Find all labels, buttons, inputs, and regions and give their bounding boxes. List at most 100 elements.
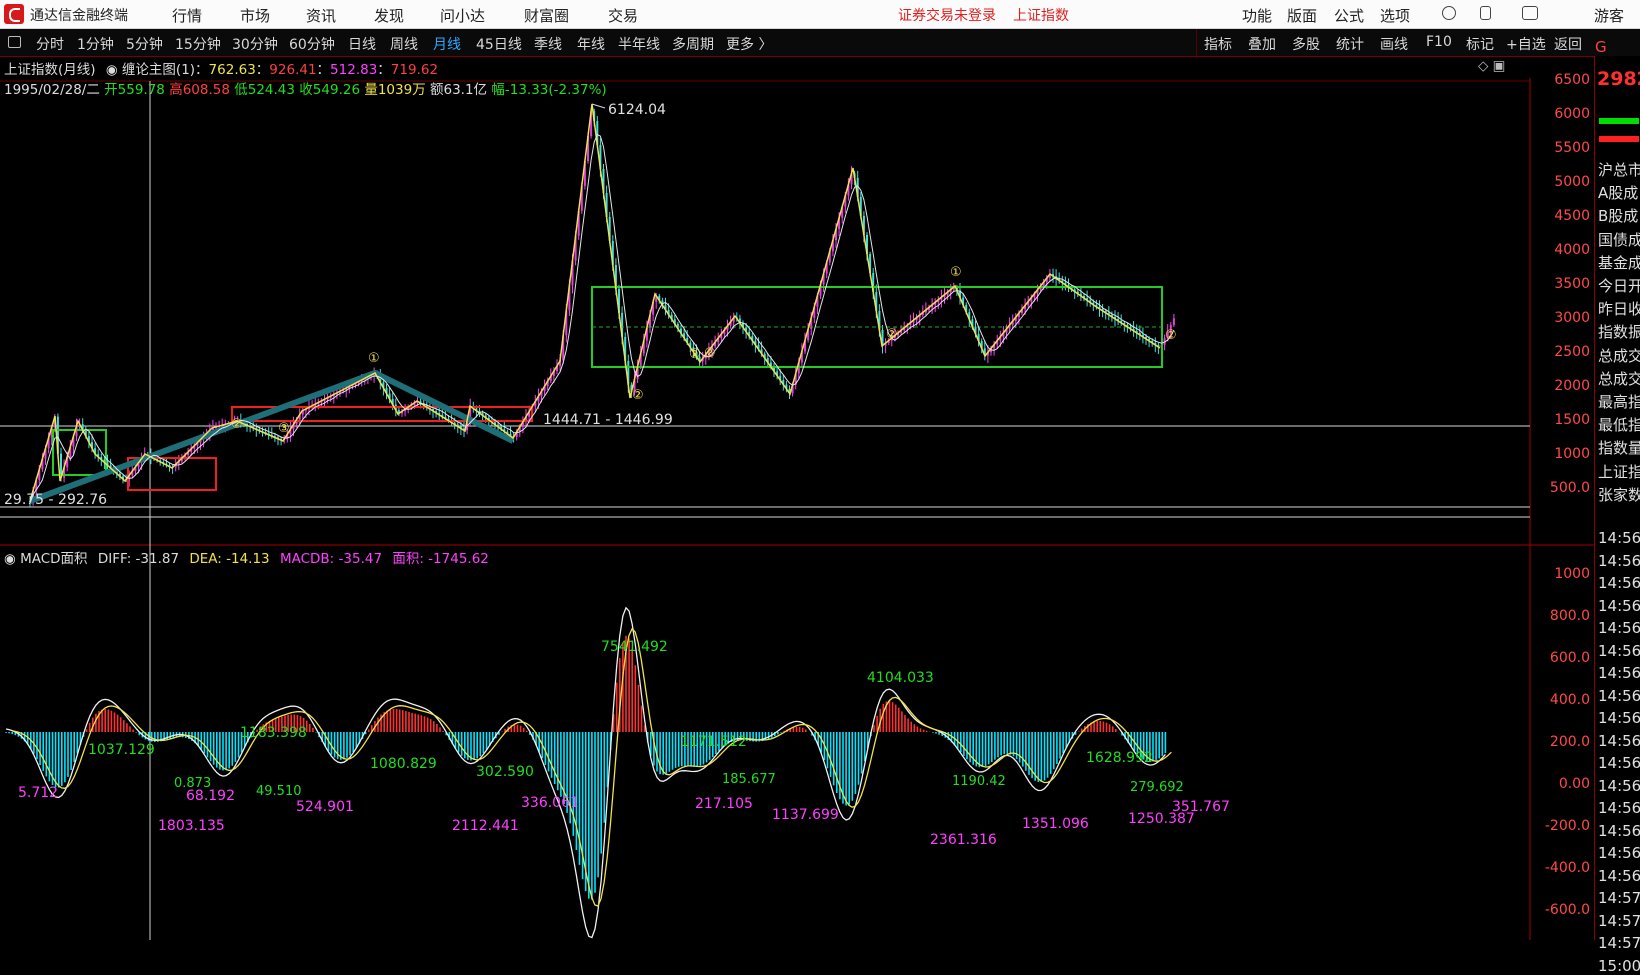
macd-pos-label-1: 1037.129 [88, 742, 155, 758]
panel-stat-6[interactable]: 昨日收 [1598, 298, 1640, 319]
panel-tick-time-3: 14:56 [1598, 596, 1640, 615]
menu-quotes[interactable]: 行情 [172, 5, 202, 26]
panel-stat-7[interactable]: 指数振 [1598, 321, 1640, 342]
menu-discover[interactable]: 发现 [374, 5, 404, 26]
panel-stat-8[interactable]: 总成交 [1598, 345, 1640, 366]
info-low: 低524.43 [234, 82, 295, 98]
period-tab-more[interactable]: 更多 〉 [726, 34, 772, 54]
panel-stat-0[interactable]: 沪总市 [1598, 159, 1640, 180]
peak-pointer [591, 103, 606, 109]
menu-wealth[interactable]: 财富圈 [524, 5, 569, 26]
macd-toggle-icon[interactable]: ◉ [4, 551, 16, 567]
chart-title: 上证指数(月线) [4, 62, 96, 78]
period-tab-quarterly[interactable]: 季线 [534, 34, 562, 54]
panel-tick-time-5: 14:56 [1598, 641, 1640, 660]
period-tab-weekly[interactable]: 周线 [390, 34, 418, 54]
price-tick-3500: 3500 [1554, 276, 1590, 292]
panel-stat-5[interactable]: 今日开 [1598, 275, 1640, 296]
macd-pos-label-13: 279.692 [1130, 780, 1184, 795]
period-tab-yearly[interactable]: 年线 [577, 34, 605, 54]
period-tab-5min[interactable]: 5分钟 [126, 34, 163, 54]
macd-neg-label-9: 2361.316 [930, 832, 997, 848]
tool-statistics[interactable]: 统计 [1336, 34, 1364, 54]
buy-sell-green-bar [1599, 118, 1639, 124]
menu-layout[interactable]: 版面 [1287, 5, 1317, 26]
macd-neg-label-6: 336.061 [521, 795, 579, 811]
period-tab-30min[interactable]: 30分钟 [232, 34, 278, 54]
panel-stat-9[interactable]: 总成交 [1598, 368, 1640, 389]
app-title: 通达信金融终端 [30, 8, 128, 24]
macd-tick-800: 800.0 [1550, 608, 1590, 624]
macd-tick-600: 600.0 [1550, 650, 1590, 666]
panel-tick-time-11: 14:56 [1598, 776, 1640, 795]
period-toolbar: 分时 1分钟 5分钟 15分钟 30分钟 60分钟 日线 周线 月线 45日线 … [0, 29, 1640, 57]
trade-login-notice[interactable]: 证券交易未登录 [898, 5, 996, 25]
menu-options[interactable]: 选项 [1380, 5, 1410, 26]
macd-pos-label-11: 185.677 [722, 772, 776, 787]
period-tab-1min[interactable]: 1分钟 [77, 34, 114, 54]
macd-label[interactable]: MACD面积 [20, 551, 87, 567]
tool-indicator[interactable]: 指标 [1204, 34, 1232, 54]
mail-icon[interactable] [1522, 6, 1538, 20]
panel-stat-12[interactable]: 指数量 [1598, 437, 1640, 458]
tool-add-favorite[interactable]: +自选 [1506, 34, 1546, 54]
period-tab-halfyear[interactable]: 半年线 [618, 34, 660, 54]
info-high: 高608.58 [169, 82, 230, 98]
panel-tick-time-2: 14:56 [1598, 574, 1640, 592]
chart-corner-icons[interactable]: ◇ ▣ [1478, 58, 1505, 74]
panel-tick-time-14: 14:56 [1598, 844, 1640, 862]
macd-tick-400: 400.0 [1550, 692, 1590, 708]
price-tick-6500: 6500 [1554, 72, 1590, 88]
guest-user[interactable]: 游客 [1594, 5, 1624, 26]
info-change: 幅-13.33(-2.37%) [491, 82, 607, 98]
panel-tick-time-6: 14:56 [1598, 664, 1640, 682]
bottom-label: 29.75 - 292.76 [4, 492, 107, 508]
period-tab-monthly[interactable]: 月线 [433, 34, 461, 54]
price-tick-1000: 1000 [1554, 446, 1590, 462]
tool-drawline[interactable]: 画线 [1380, 34, 1408, 54]
panel-stat-10[interactable]: 最高指 [1598, 391, 1640, 412]
panel-stat-13[interactable]: 上证指 [1598, 461, 1640, 482]
refresh-icon[interactable] [1442, 6, 1456, 20]
menu-news[interactable]: 资讯 [306, 5, 336, 26]
macd-pos-label-7: 4104.033 [867, 670, 934, 686]
marker-9: ② [689, 347, 701, 362]
panel-stat-2[interactable]: B股成 [1598, 205, 1638, 226]
price-tick-2500: 2500 [1554, 344, 1590, 360]
menu-function[interactable]: 功能 [1242, 5, 1272, 26]
panel-tick-time-4: 14:56 [1598, 619, 1640, 637]
panel-stat-3[interactable]: 国债成 [1598, 229, 1640, 250]
tool-f10[interactable]: F10 [1426, 34, 1452, 50]
tool-mark[interactable]: 标记 [1466, 34, 1494, 54]
kline-chart-canvas[interactable]: 6500 6000 5500 5000 4500 4000 3500 3000 … [0, 56, 1594, 940]
menu-trade[interactable]: 交易 [608, 5, 638, 26]
period-tab-60min[interactable]: 60分钟 [289, 34, 335, 54]
period-tab-intraday[interactable]: 分时 [36, 34, 64, 54]
marker-6: ② [886, 327, 898, 342]
panel-toggle-icon[interactable] [8, 36, 21, 48]
menu-market[interactable]: 市场 [240, 5, 270, 26]
period-tab-daily[interactable]: 日线 [348, 34, 376, 54]
tool-overlay[interactable]: 叠加 [1248, 34, 1276, 54]
period-tab-15min[interactable]: 15分钟 [175, 34, 221, 54]
macd-tick-0: 0.00 [1559, 776, 1590, 792]
panel-stat-1[interactable]: A股成 [1598, 182, 1638, 203]
macd-area: 面积: -1745.62 [392, 551, 489, 567]
menu-formula[interactable]: 公式 [1334, 5, 1364, 26]
indicator-label[interactable]: 缠论主图(1)： [122, 62, 209, 78]
menu-ask[interactable]: 问小达 [440, 5, 485, 26]
indicator-toggle-icon[interactable]: ◉ [106, 62, 118, 78]
panel-stat-11[interactable]: 最低指 [1598, 414, 1640, 435]
panel-tick-time-8: 14:56 [1598, 709, 1640, 727]
current-index-notice[interactable]: 上证指数 [1013, 5, 1069, 25]
period-tab-multi[interactable]: 多周期 [672, 34, 714, 54]
macd-tick-1000: 1000 [1554, 566, 1590, 582]
macd-pos-label-5: 7541.492 [601, 639, 668, 655]
panel-stat-4[interactable]: 基金成 [1598, 252, 1640, 273]
mobile-icon[interactable] [1480, 6, 1491, 20]
period-tab-45day[interactable]: 45日线 [476, 34, 522, 54]
panel-top-digit: G [1595, 38, 1607, 56]
panel-stat-14[interactable]: 张家数 [1598, 484, 1640, 505]
tool-back[interactable]: 返回 [1554, 34, 1582, 54]
tool-multistock[interactable]: 多股 [1292, 34, 1320, 54]
